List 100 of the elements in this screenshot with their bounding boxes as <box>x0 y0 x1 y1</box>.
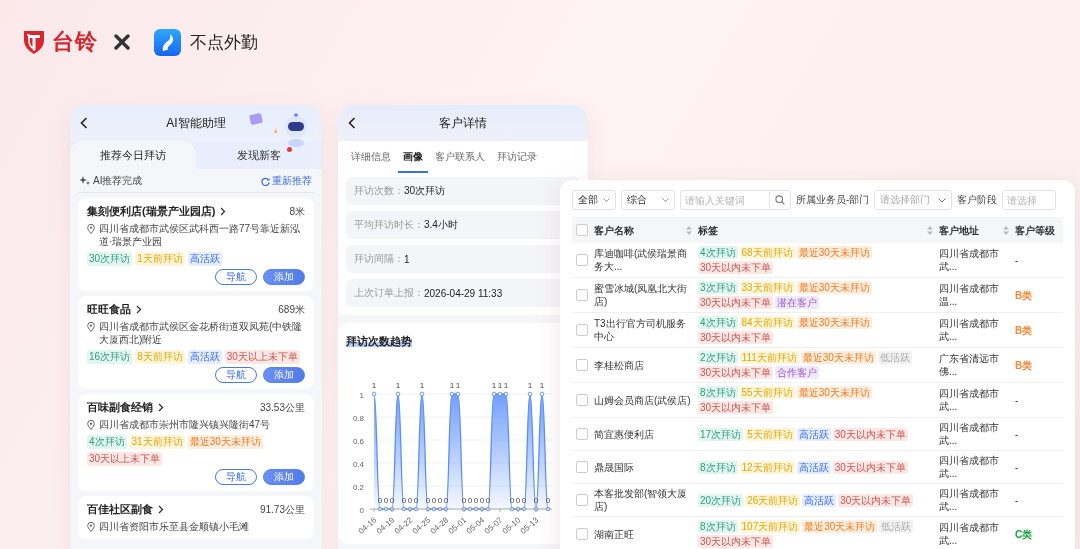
tag: 2次拜访 <box>698 351 738 364</box>
data-label: 0 <box>461 496 467 505</box>
checkbox[interactable] <box>576 254 588 266</box>
field-label: 拜访间隔： <box>354 252 404 266</box>
data-label: 0 <box>383 496 389 505</box>
checkbox[interactable] <box>576 494 588 506</box>
data-label: 0 <box>437 496 443 505</box>
refresh-icon <box>261 176 270 186</box>
checkbox[interactable] <box>576 324 588 336</box>
data-label: 0 <box>401 496 407 505</box>
tag: 30天以内未下单 <box>698 296 774 309</box>
search-field[interactable]: 请输入关键词 <box>680 190 769 210</box>
customer-level: B类 <box>1015 288 1034 302</box>
sort-icon[interactable] <box>1003 225 1009 235</box>
store-address: 四川省成都市崇州市隆兴镇兴隆街47号 <box>99 418 271 431</box>
field-label: 平均拜访时长： <box>354 218 424 232</box>
action-button[interactable]: 导航 <box>215 269 257 285</box>
tag: 33天前拜访 <box>739 281 795 294</box>
tab[interactable]: 发现新客 <box>196 141 322 169</box>
field-value: 30次拜访 <box>404 184 446 198</box>
chevron-icon <box>136 305 142 314</box>
data-label: 1 <box>449 381 455 390</box>
tab[interactable]: 客户联系人 <box>430 141 490 173</box>
checkbox[interactable] <box>576 428 588 440</box>
checkbox[interactable] <box>576 224 588 236</box>
sort-icon[interactable] <box>927 225 933 235</box>
pin-icon <box>87 322 95 332</box>
chevron-icon <box>158 403 164 412</box>
tag: 高活跃 <box>187 252 222 266</box>
action-button[interactable]: 添加 <box>263 269 305 285</box>
field-value: 1 <box>404 253 410 265</box>
tag: 高活跃 <box>796 460 831 474</box>
data-label: 0 <box>473 496 479 505</box>
chevron-icon <box>158 505 164 514</box>
pin-icon <box>87 224 95 234</box>
tab[interactable]: 详细信息 <box>346 141 396 173</box>
data-label: 1 <box>527 381 533 390</box>
data-label: 1 <box>419 381 425 390</box>
data-point <box>527 391 533 397</box>
sort-dropdown[interactable]: 综合 <box>621 190 675 210</box>
field-value: 3.4小时 <box>424 218 458 232</box>
sort-icon[interactable] <box>686 225 692 235</box>
action-button[interactable]: 导航 <box>215 367 257 383</box>
checkbox[interactable] <box>576 528 588 540</box>
tag: 高活跃 <box>796 427 831 441</box>
tag: 30天以内未下单 <box>698 535 774 548</box>
data-label: 0 <box>389 496 395 505</box>
tab[interactable]: 拜访记录 <box>492 141 542 173</box>
tag: 12天前拜访 <box>739 460 795 474</box>
data-point <box>419 391 425 397</box>
search-icon <box>775 195 785 205</box>
back-icon[interactable] <box>80 117 88 129</box>
customer-address: 广东省清远市佛... <box>939 352 1000 378</box>
customer-name: 简宜惠便利店 <box>594 427 655 441</box>
tag: 最近30天未拜访 <box>796 386 872 399</box>
tag: 低活跃 <box>879 520 914 533</box>
store-link[interactable]: 集刻便利店(瑞景产业园店) <box>87 204 227 219</box>
tab[interactable]: 推荐今日拜访 <box>70 141 196 169</box>
checkbox[interactable] <box>576 289 588 301</box>
checkbox[interactable] <box>576 359 588 371</box>
data-label: 1 <box>371 381 377 390</box>
checkbox[interactable] <box>576 461 588 473</box>
store-link[interactable]: 百佳社区副食 <box>87 502 164 517</box>
customer-address: 四川省成都市武... <box>939 421 1000 447</box>
action-button[interactable]: 添加 <box>263 367 305 383</box>
screen-title: 客户详情 <box>439 114 487 132</box>
customer-name: 本客批发部(智领大厦店) <box>594 487 689 513</box>
tag: 30天以内未下单 <box>838 493 914 507</box>
store-link[interactable]: 旺旺食品 <box>87 302 142 317</box>
tag: 4次拜访 <box>698 246 738 259</box>
store-link[interactable]: 百味副食经销 <box>87 400 164 415</box>
back-icon[interactable] <box>348 117 356 129</box>
data-point <box>533 506 539 512</box>
tag: 8天前拜访 <box>135 350 185 364</box>
tag: 30天以上未下单 <box>224 350 300 364</box>
search-button[interactable] <box>769 190 791 210</box>
store-address: 四川省成都市武侯区武科西一路77号靠近新泓道·瑞景产业园 <box>99 222 302 248</box>
customer-level: - <box>1015 493 1020 507</box>
app-logo-icon <box>154 28 181 56</box>
checkbox[interactable] <box>576 394 588 406</box>
tag: 30天以内未下单 <box>698 401 774 414</box>
field-label: 拜访次数： <box>354 184 404 198</box>
filter-label: 客户阶段 <box>957 193 998 207</box>
stage-field[interactable]: 请选择 <box>1002 190 1057 210</box>
y-axis-label: 0 <box>359 505 364 515</box>
refresh-link[interactable]: 重新推荐 <box>261 174 312 188</box>
scope-dropdown[interactable]: 全部 <box>572 190 616 210</box>
distance: 33.53公里 <box>259 400 305 415</box>
data-label: 0 <box>485 496 491 505</box>
caret-icon <box>662 197 669 203</box>
action-button[interactable]: 添加 <box>263 469 305 485</box>
pin-icon <box>87 522 95 532</box>
tag: 16次拜访 <box>87 350 133 364</box>
tag: 8次拜访 <box>698 386 738 399</box>
tag: 4次拜访 <box>87 435 127 449</box>
action-button[interactable]: 导航 <box>215 469 257 485</box>
customer-address: 四川省成都市温... <box>939 282 1000 308</box>
tag: 最近30天未拜访 <box>796 281 872 294</box>
tag: 1天前拜访 <box>135 252 185 266</box>
tag: 17次拜访 <box>698 427 744 441</box>
